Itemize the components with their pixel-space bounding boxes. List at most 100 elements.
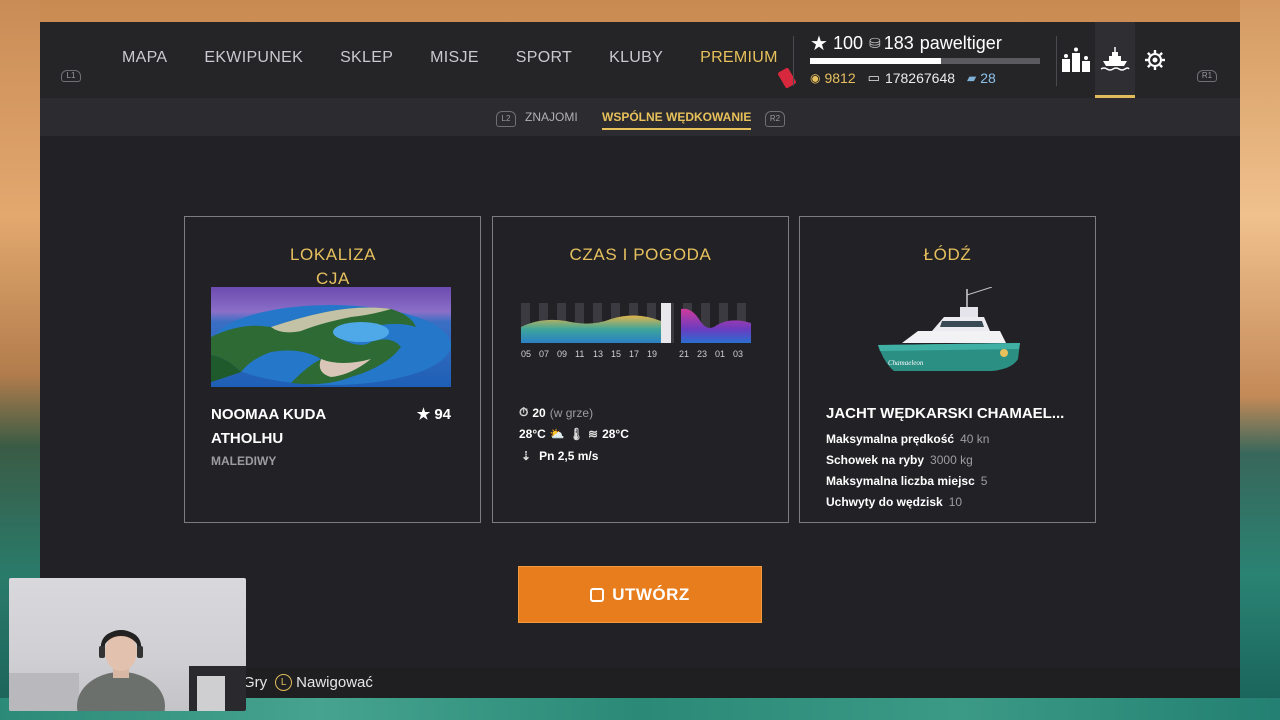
temperature-row: 28°C ⛅ 🌡 ≋ 28°C (519, 427, 629, 441)
hint-partial-text: Gry (243, 674, 268, 691)
main-nav: MAPA EKWIPUNEK SKLEP MISJE SPORT KLUBY P… (122, 49, 815, 67)
weather-hour-label: 01 (715, 349, 725, 359)
location-name-line1: NOOMAA KUDA (211, 406, 327, 423)
location-card[interactable]: LOKALIZA CJA NOOMAA KUDA ATHOLHU ★ 94 MA… (184, 216, 481, 523)
wind-row: ⇣ Pn 2,5 m/s (519, 449, 598, 463)
location-rating-value: 94 (434, 406, 451, 423)
l1-button-hint: L1 (61, 70, 81, 82)
spec-label: Maksymalna prędkość (826, 432, 955, 446)
credits-amount: 178267648 (884, 70, 956, 86)
divider (1056, 36, 1057, 86)
spec-label: Maksymalna liczba miejsc (826, 474, 975, 488)
player-name: paweltiger (919, 32, 1002, 53)
boat-card-title: ŁÓDŹ (923, 245, 972, 264)
spec-label: Uchwyty do wędzisk (826, 495, 943, 509)
r1-button-hint: R1 (1197, 70, 1217, 82)
location-rating: ★ 94 (417, 403, 451, 427)
controls-hints: Gry L Nawigować (243, 674, 373, 691)
game-time-row: ⏱ 20 (w grze) (519, 405, 593, 420)
air-temperature: 28°C (519, 427, 546, 441)
xp-progress-fill (810, 58, 942, 64)
r2-button-hint: R2 (765, 111, 785, 127)
boat-image: Chamaeleon (872, 286, 1026, 379)
level-star-icon: ★ (810, 32, 828, 55)
boat-spec-fish-storage: Schowek na ryby 3000 kg (826, 453, 973, 467)
boat-spec-rod-holders: Uchwyty do wędzisk 10 (826, 495, 962, 509)
spec-value: 5 (980, 474, 988, 488)
spec-label: Schowek na ryby (826, 453, 925, 467)
nav-item-ekwipunek[interactable]: EKWIPUNEK (204, 49, 303, 67)
silver-coins-icon: ◉ (810, 71, 821, 85)
create-button[interactable]: UTWÓRZ (518, 566, 762, 623)
gold-bills-icon: ▰ (967, 71, 977, 85)
weather-hour-label: 15 (611, 349, 621, 359)
credits-bills-icon: ▭ (867, 70, 880, 85)
gold-amount: 28 (980, 70, 996, 86)
square-button-icon (590, 587, 605, 602)
boat-hull-text: Chamaeleon (888, 359, 924, 367)
game-time-value: 20 (532, 405, 546, 420)
webcam-overlay (9, 578, 246, 711)
weather-hour-label: 23 (697, 349, 707, 359)
weather-hour-label: 05 (521, 349, 531, 359)
location-country: MALEDIWY (211, 454, 277, 468)
l2-button-hint: L2 (496, 111, 516, 127)
spec-value: 40 kn (960, 432, 990, 446)
game-time-note: (w grze) (549, 405, 594, 420)
create-button-label: UTWÓRZ (612, 584, 690, 604)
location-card-title: LOKALIZA CJA (268, 243, 398, 291)
l-stick-icon: L (275, 674, 293, 691)
weather-card-title: CZAS I POGODA (569, 245, 712, 264)
location-name: NOOMAA KUDA ATHOLHU (211, 403, 391, 451)
wind-value: Pn 2,5 m/s (539, 449, 599, 463)
sub-tabs-bar: L2 ZNAJOMI WSPÓLNE WĘDKOWANIE R2 (40, 98, 1240, 136)
wind-direction-icon: ⇣ (521, 449, 532, 463)
rank-icon: ⛁ (868, 34, 881, 51)
nav-item-mapa[interactable]: MAPA (122, 49, 167, 67)
water-waves-icon: ≋ (588, 427, 599, 441)
star-icon: ★ (416, 406, 431, 423)
boat-icon[interactable] (1095, 22, 1135, 98)
location-image (211, 287, 451, 387)
xp-progress-bar (810, 58, 1040, 64)
weather-hour-label: 11 (575, 349, 584, 359)
tab-wspolne-wedkowanie[interactable]: WSPÓLNE WĘDKOWANIE (602, 110, 752, 130)
weather-timeline-chart: 05 07 09 11 13 15 17 19 21 23 01 03 (521, 303, 757, 363)
water-temperature: 28°C (602, 427, 629, 441)
silver-amount: 9812 (824, 70, 856, 86)
player-level: 100 (832, 32, 863, 53)
player-rank: 183 (883, 32, 914, 53)
boat-spec-max-speed: Maksymalna prędkość 40 kn (826, 432, 989, 446)
nav-item-premium[interactable]: PREMIUM (700, 49, 778, 67)
boat-card[interactable]: ŁÓDŹ Chamaeleon JACHT WĘDKARSKI CHAMAEL.… (799, 216, 1096, 523)
weather-hour-label: 19 (647, 349, 657, 359)
location-title-line1: LOKALIZA (289, 245, 377, 264)
leaderboard-icon[interactable] (1058, 42, 1094, 78)
tab-znajomi[interactable]: ZNAJOMI (525, 110, 578, 124)
spec-value: 3000 kg (930, 453, 973, 467)
weather-hour-label: 13 (593, 349, 603, 359)
weather-hour-label: 07 (539, 349, 549, 359)
gear-icon[interactable] (1137, 42, 1173, 78)
hint-navigate: Nawigować (296, 674, 373, 691)
weather-hour-label: 17 (629, 349, 639, 359)
location-name-line2: ATHOLHU (211, 430, 284, 447)
stopwatch-icon: ⏱ (519, 405, 529, 419)
background-scene-right (1240, 0, 1280, 720)
nav-item-sklep[interactable]: SKLEP (340, 49, 393, 67)
player-stats: ★ 100 ⛁ 183 paweltiger ◉ 9812 ▭ 17826764… (810, 32, 1042, 87)
weather-card[interactable]: CZAS I POGODA 05 07 09 11 13 15 17 19 21… (492, 216, 789, 523)
thermometer-icon: 🌡 (568, 427, 584, 441)
weather-hour-label: 03 (733, 349, 743, 359)
divider (793, 36, 794, 86)
nav-item-misje[interactable]: MISJE (430, 49, 479, 67)
boat-name: JACHT WĘDKARSKI CHAMAEL... (826, 405, 1065, 422)
top-navigation-bar: L1 MAPA EKWIPUNEK SKLEP MISJE SPORT KLUB… (40, 22, 1240, 98)
boat-spec-max-seats: Maksymalna liczba miejsc 5 (826, 474, 987, 488)
nav-item-kluby[interactable]: KLUBY (609, 49, 663, 67)
nav-item-sport[interactable]: SPORT (516, 49, 572, 67)
weather-hour-label: 09 (557, 349, 567, 359)
weather-hour-label: 21 (679, 349, 689, 359)
partly-cloudy-icon: ⛅ (549, 427, 565, 441)
spec-value: 10 (948, 495, 963, 509)
